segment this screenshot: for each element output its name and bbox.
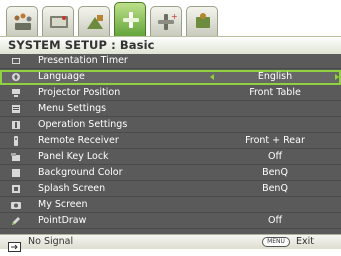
menu-item-label: My Screen xyxy=(38,199,88,210)
language-icon xyxy=(11,72,21,82)
lock-icon xyxy=(11,152,21,162)
menu-item-panel-key-lock[interactable]: Panel Key Lock Off xyxy=(0,150,341,165)
system-setup-advanced-icon: + xyxy=(158,12,178,30)
menu-item-label: Remote Receiver xyxy=(38,135,119,146)
menu-item-value: Front Table xyxy=(249,87,301,98)
menu-item-label: Operation Settings xyxy=(38,119,128,130)
menu-item-value: BenQ xyxy=(262,183,288,194)
remote-icon xyxy=(11,136,21,146)
operation-icon xyxy=(11,120,21,130)
tab-advanced-picture[interactable] xyxy=(78,6,110,36)
splash-icon xyxy=(11,184,21,194)
system-setup-basic-icon xyxy=(123,12,139,28)
pen-icon xyxy=(11,216,21,226)
menu-item-background-color[interactable]: Background Color BenQ xyxy=(0,166,341,181)
menu-item-value: Off xyxy=(267,215,283,226)
tab-system-setup-advanced[interactable]: + xyxy=(150,6,182,36)
information-icon xyxy=(196,13,210,28)
menu-item-label: Presentation Timer xyxy=(38,55,128,66)
tab-system-setup-basic[interactable] xyxy=(114,2,146,36)
picture-icon xyxy=(14,13,32,30)
arrow-left-icon[interactable] xyxy=(210,74,214,80)
status-bar: No Signal MENU Exit xyxy=(0,234,341,252)
display-icon xyxy=(50,16,68,28)
title-bar: SYSTEM SETUP : Basic xyxy=(0,36,341,54)
camera-icon xyxy=(11,200,21,210)
tab-information[interactable] xyxy=(186,6,218,36)
menu-item-label: Splash Screen xyxy=(38,183,106,194)
menu-item-operation-settings[interactable]: Operation Settings xyxy=(0,118,341,133)
menu-item-value: Front + Rear xyxy=(245,135,305,146)
settings-menu: Presentation Timer Language English Proj… xyxy=(0,54,341,234)
menu-item-value: Off xyxy=(267,151,283,162)
projector-osd: + SYSTEM SETUP : Basic Presentation Time… xyxy=(0,0,341,252)
page-title: SYSTEM SETUP : Basic xyxy=(8,38,155,52)
menu-item-label: Menu Settings xyxy=(38,103,107,114)
exit-label[interactable]: Exit xyxy=(296,236,314,247)
menu-item-label: Language xyxy=(38,71,85,82)
menu-item-my-screen[interactable]: My Screen xyxy=(0,198,341,213)
menu-item-label: Background Color xyxy=(38,167,123,178)
menu-item-splash-screen[interactable]: Splash Screen BenQ xyxy=(0,182,341,197)
menu-item-presentation-timer[interactable]: Presentation Timer xyxy=(0,54,341,69)
arrow-right-icon[interactable] xyxy=(335,74,339,80)
menu-item-menu-settings[interactable]: Menu Settings xyxy=(0,102,341,117)
menu-item-label: Projector Position xyxy=(38,87,121,98)
menu-item-remote-receiver[interactable]: Remote Receiver Front + Rear xyxy=(0,134,341,149)
menu-icon xyxy=(11,104,21,114)
menu-item-value: English xyxy=(257,71,293,82)
timer-icon xyxy=(11,56,21,66)
signal-status: No Signal xyxy=(28,236,74,247)
menu-key-icon[interactable]: MENU xyxy=(262,237,290,247)
tab-picture[interactable] xyxy=(6,6,38,36)
menu-item-pointdraw[interactable]: PointDraw Off xyxy=(0,214,341,229)
menu-item-label: PointDraw xyxy=(38,215,87,226)
background-icon xyxy=(11,168,21,178)
menu-item-label: Panel Key Lock xyxy=(38,151,109,162)
advanced-picture-icon xyxy=(87,15,103,29)
svg-text:+: + xyxy=(171,12,178,21)
input-source-icon xyxy=(8,237,21,252)
menu-item-language[interactable]: Language English xyxy=(0,70,341,85)
tab-strip: + xyxy=(0,0,341,36)
projector-icon xyxy=(11,88,21,98)
menu-item-projector-position[interactable]: Projector Position Front Table xyxy=(0,86,341,101)
menu-item-value: BenQ xyxy=(262,167,288,178)
tab-display[interactable] xyxy=(42,6,74,36)
